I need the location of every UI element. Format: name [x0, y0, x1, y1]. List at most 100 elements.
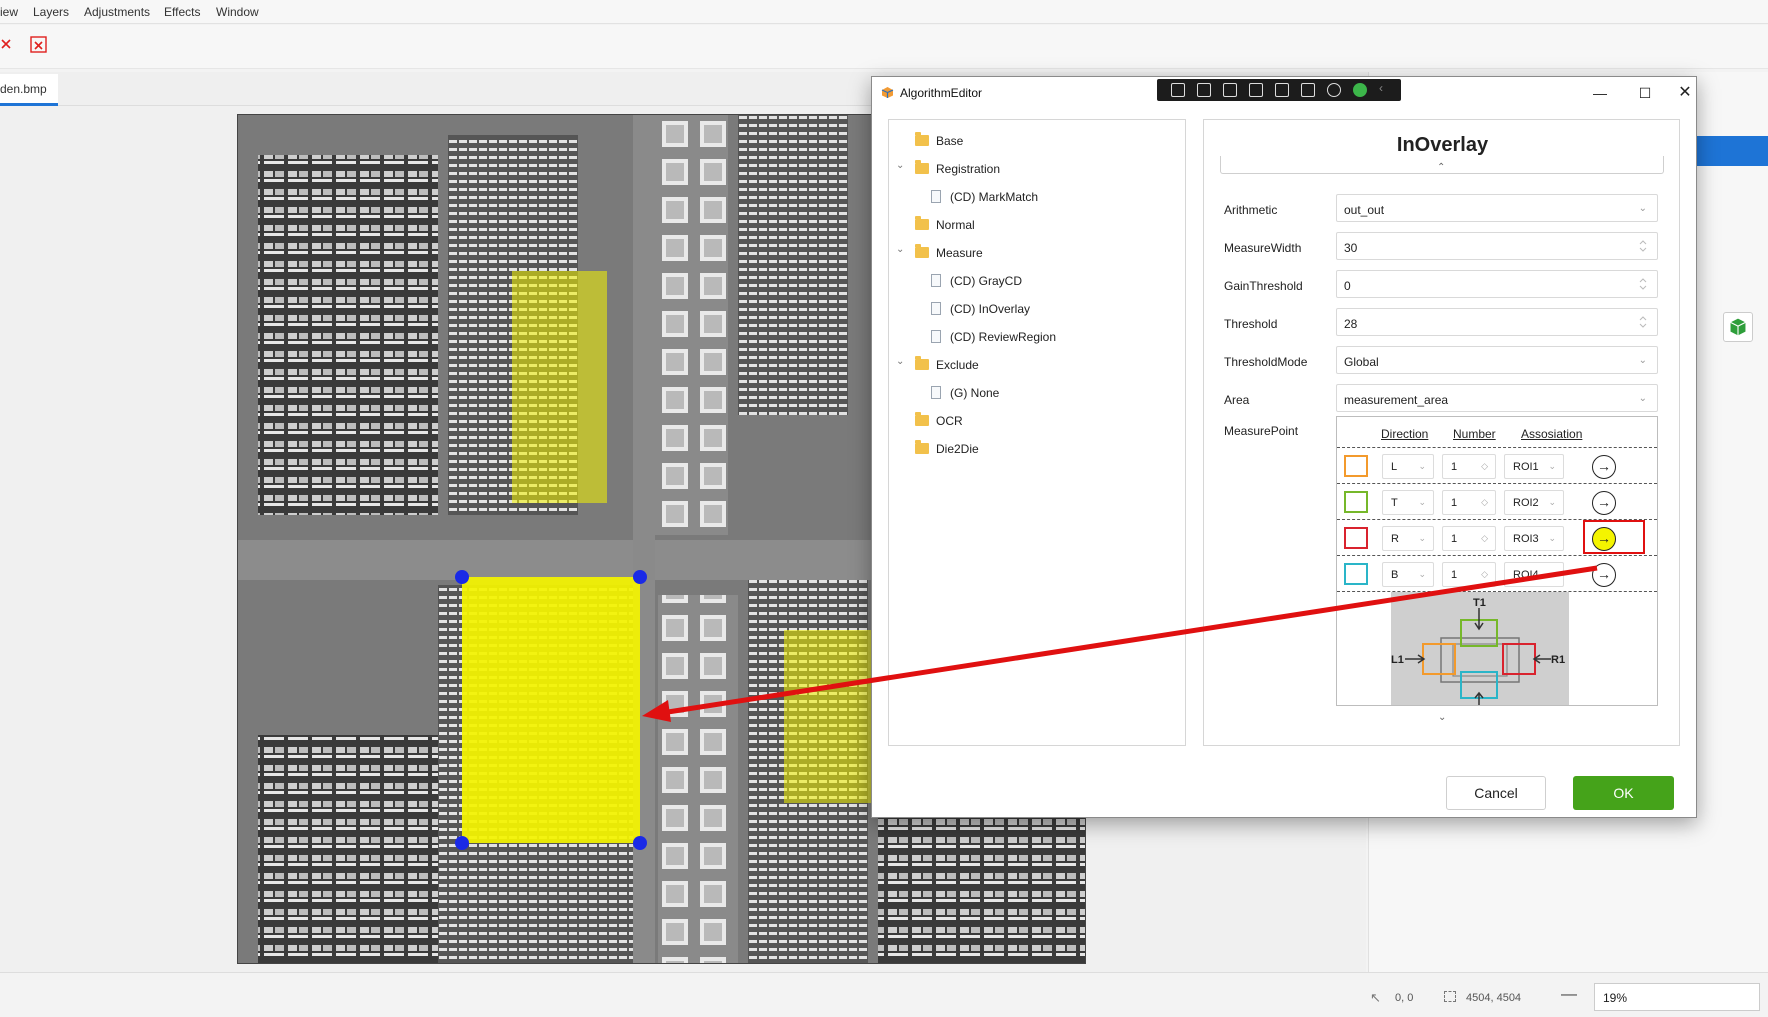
roi-select[interactable]: ROI3 ⌄: [1504, 526, 1564, 551]
arithmetic-label: Arithmetic: [1224, 203, 1278, 217]
document-tab[interactable]: den.bmp: [0, 74, 58, 106]
color-swatch[interactable]: [1344, 527, 1368, 549]
arrow-right-icon[interactable]: →: [1592, 491, 1616, 515]
tree-folder-normal[interactable]: Normal: [915, 214, 975, 236]
zoom-out-button[interactable]: —: [1561, 986, 1577, 1004]
spin-icon: [1639, 278, 1647, 290]
check-icon[interactable]: [1353, 83, 1367, 97]
direction-select[interactable]: B ⌄: [1382, 562, 1434, 587]
app-cube-icon: [881, 87, 894, 98]
properties-title: InOverlay: [1396, 134, 1489, 156]
tree-folder-registration[interactable]: Registration: [915, 158, 1000, 180]
resize-handle-br[interactable]: [633, 836, 647, 850]
chevron-down-icon: ⌄: [1418, 569, 1426, 579]
threshold-stepper[interactable]: 28: [1336, 308, 1658, 336]
direction-select[interactable]: T ⌄: [1382, 490, 1434, 515]
direction-header: Direction: [1381, 427, 1429, 441]
tree-folder-ocr[interactable]: OCR: [915, 410, 963, 432]
accessibility-icon[interactable]: [1327, 83, 1341, 97]
roi-select[interactable]: ROI2 ⌄: [1504, 490, 1564, 515]
expand-chevron-icon[interactable]: ⌄: [896, 244, 904, 255]
cube-button[interactable]: [1723, 312, 1753, 342]
diagram-label-t1: T1: [1473, 597, 1486, 609]
chevron-down-icon: ⌄: [1548, 533, 1556, 543]
number-stepper[interactable]: 1 ◇: [1442, 562, 1496, 587]
region-icon[interactable]: [1249, 83, 1263, 97]
resize-handle-tl[interactable]: [455, 570, 469, 584]
screen-icon[interactable]: [1275, 83, 1289, 97]
measurewidth-stepper[interactable]: 30: [1336, 232, 1658, 260]
gainthreshold-label: GainThreshold: [1224, 279, 1303, 293]
close-doc-icon[interactable]: [0, 36, 18, 54]
number-stepper[interactable]: 1 ◇: [1442, 526, 1496, 551]
menu-layers[interactable]: Layers: [33, 5, 69, 19]
chevron-down-icon: ⌄: [1548, 569, 1556, 579]
menu-effects[interactable]: Effects: [164, 5, 200, 19]
measurepoint-row: T ⌄ 1 ◇ ROI2 ⌄ →: [1337, 483, 1657, 519]
gainthreshold-stepper[interactable]: 0: [1336, 270, 1658, 298]
roi-select[interactable]: ROI4 ⌄: [1504, 562, 1564, 587]
minimize-button[interactable]: —: [1587, 83, 1613, 103]
collapse-chevron-icon[interactable]: ‹: [1379, 81, 1393, 95]
menu-window[interactable]: Window: [216, 5, 259, 19]
thresholdmode-select[interactable]: Global ⌄: [1336, 346, 1658, 374]
measurepoint-row: B ⌄ 1 ◇ ROI4 ⌄ →: [1337, 555, 1657, 591]
color-swatch[interactable]: [1344, 491, 1368, 513]
chevron-down-icon: ⌄: [1638, 355, 1647, 366]
pointer-tool-icon[interactable]: [1223, 83, 1237, 97]
measurewidth-label: MeasureWidth: [1224, 241, 1302, 255]
area-select[interactable]: measurement_area ⌄: [1336, 384, 1658, 412]
direction-select[interactable]: R ⌄: [1382, 526, 1434, 551]
number-stepper[interactable]: 1 ◇: [1442, 454, 1496, 479]
spin-icon: [1639, 240, 1647, 252]
menu-adjustments[interactable]: Adjustments: [84, 5, 150, 19]
cancel-button[interactable]: Cancel: [1446, 776, 1546, 810]
scroll-down-icon[interactable]: ⌄: [1438, 712, 1446, 723]
tree-item-inoverlay[interactable]: (CD) InOverlay: [931, 298, 1030, 320]
roi-select[interactable]: ROI1 ⌄: [1504, 454, 1564, 479]
dialog-titlebar[interactable]: AlgorithmEditor ‹ — ☐ ✕: [872, 77, 1696, 109]
chevron-down-icon: ⌄: [1638, 203, 1647, 214]
tree-folder-measure[interactable]: Measure: [915, 242, 983, 264]
selection-size-icon: [1444, 991, 1456, 1002]
tree-item-graycd[interactable]: (CD) GrayCD: [931, 270, 1022, 292]
roi-selected[interactable]: [462, 577, 640, 843]
folder-icon: [915, 216, 929, 230]
file-icon: [931, 386, 941, 399]
expand-chevron-icon[interactable]: ⌄: [896, 356, 904, 367]
tree-folder-die2die[interactable]: Die2Die: [915, 438, 979, 460]
video-icon[interactable]: [1197, 83, 1211, 97]
direction-select[interactable]: L ⌄: [1382, 454, 1434, 479]
close-all-icon[interactable]: [30, 36, 48, 54]
close-button[interactable]: ✕: [1672, 83, 1698, 103]
algorithm-editor-dialog: AlgorithmEditor ‹ — ☐ ✕ Base ⌄ Registrat…: [871, 76, 1697, 818]
roi-overlay-top[interactable]: [512, 271, 607, 503]
folder-icon: [915, 440, 929, 454]
tree-item-markmatch[interactable]: (CD) MarkMatch: [931, 186, 1038, 208]
ok-button[interactable]: OK: [1573, 776, 1674, 810]
direction-diagram: T1 L1 R1: [1391, 592, 1569, 705]
resize-handle-bl[interactable]: [455, 836, 469, 850]
tree-folder-base[interactable]: Base: [915, 130, 963, 152]
arrow-right-icon[interactable]: →: [1592, 563, 1616, 587]
record-tool-icon[interactable]: [1171, 83, 1185, 97]
arrow-right-icon[interactable]: →: [1592, 455, 1616, 479]
threshold-label: Threshold: [1224, 317, 1278, 331]
menu-bar: iew Layers Adjustments Effects Window: [0, 0, 1768, 24]
color-swatch[interactable]: [1344, 563, 1368, 585]
tree-item-none[interactable]: (G) None: [931, 382, 999, 404]
tree-folder-exclude[interactable]: Exclude: [915, 354, 979, 376]
zoom-input[interactable]: 19%: [1594, 983, 1760, 1011]
menu-view[interactable]: iew: [0, 5, 18, 19]
number-stepper[interactable]: 1 ◇: [1442, 490, 1496, 515]
tree-item-reviewregion[interactable]: (CD) ReviewRegion: [931, 326, 1056, 348]
arithmetic-select[interactable]: out_out ⌄: [1336, 194, 1658, 222]
resize-handle-tr[interactable]: [633, 570, 647, 584]
broadcast-icon[interactable]: [1301, 83, 1315, 97]
measurepoint-row: L ⌄ 1 ◇ ROI1 ⌄ →: [1337, 447, 1657, 483]
color-swatch[interactable]: [1344, 455, 1368, 477]
arrow-right-icon-active[interactable]: →: [1592, 527, 1616, 551]
maximize-button[interactable]: ☐: [1632, 83, 1658, 103]
expand-chevron-icon[interactable]: ⌄: [896, 160, 904, 171]
chevron-down-icon: ⌄: [1418, 497, 1426, 507]
